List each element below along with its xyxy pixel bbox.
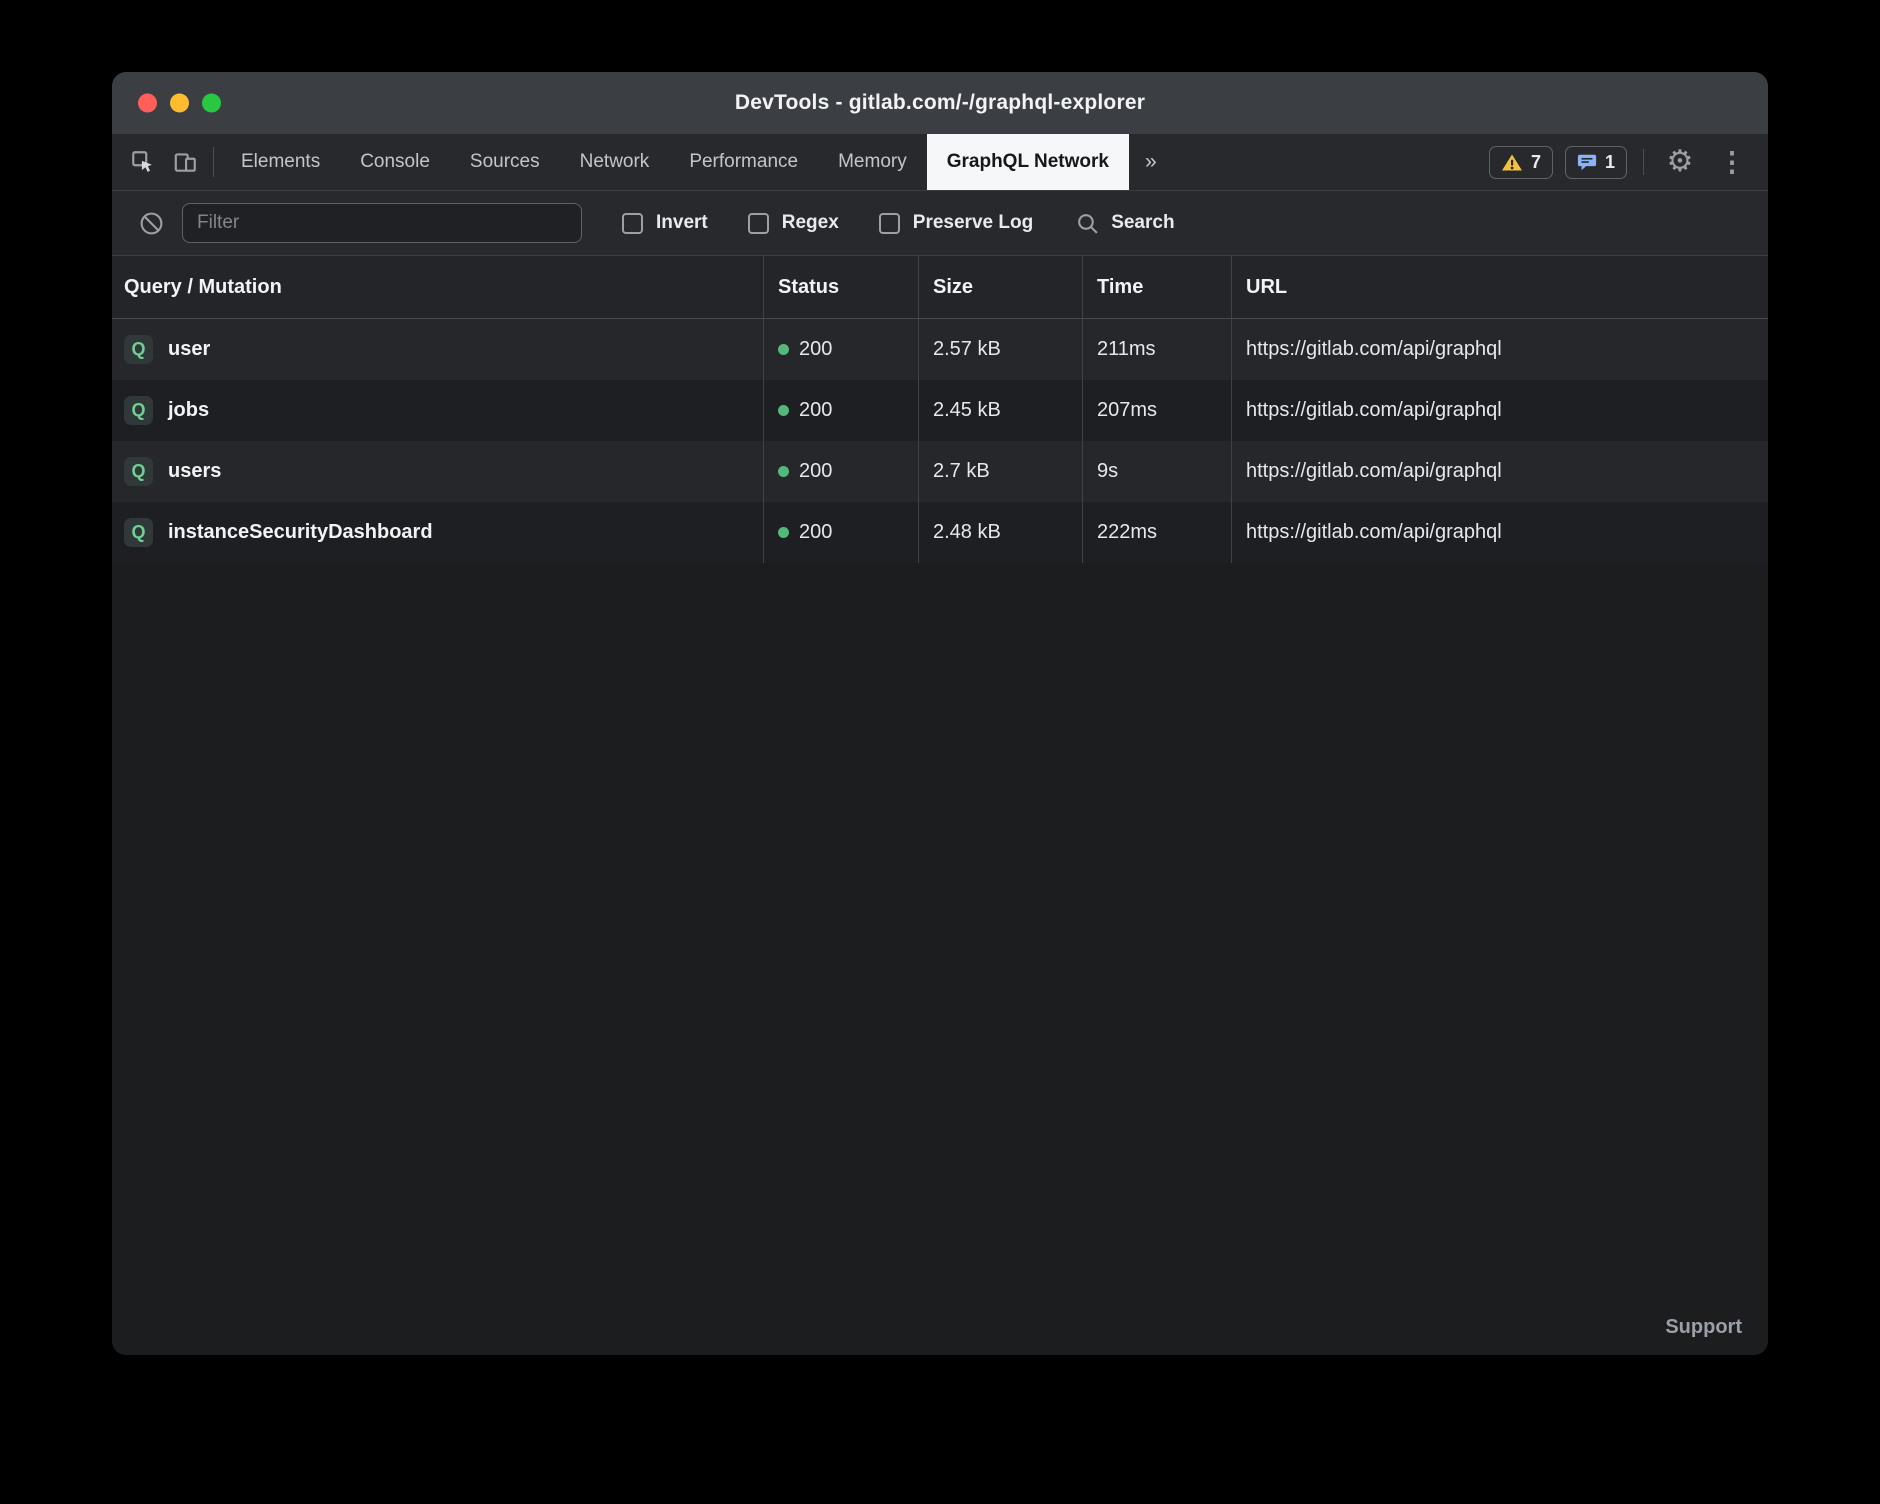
console-messages-badge[interactable]: 1 [1565, 146, 1627, 179]
status-cell: 200 [763, 319, 918, 380]
size-cell: 2.45 kB [918, 380, 1082, 441]
settings-button[interactable]: ⚙ [1660, 147, 1700, 177]
preserve-log-checkbox[interactable] [879, 213, 900, 234]
regex-checkbox-group: Regex [748, 212, 839, 234]
tab-elements[interactable]: Elements [221, 134, 340, 190]
column-header-query-mutation[interactable]: Query / Mutation [112, 256, 763, 318]
more-tabs-button[interactable]: » [1129, 134, 1173, 190]
status-code: 200 [799, 521, 832, 544]
size-cell: 2.57 kB [918, 319, 1082, 380]
table-row[interactable]: Q users 200 2.7 kB 9s https://gitlab.com… [112, 441, 1768, 502]
status-ok-icon [778, 466, 789, 477]
preserve-log-checkbox-group: Preserve Log [879, 212, 1033, 234]
search-icon [1075, 211, 1100, 236]
inspect-element-button[interactable] [122, 134, 164, 190]
preserve-log-label: Preserve Log [913, 212, 1033, 234]
warning-count: 7 [1531, 152, 1541, 173]
console-warnings-badge[interactable]: 7 [1489, 146, 1553, 179]
query-cell: Q jobs [112, 380, 763, 441]
invert-label: Invert [656, 212, 708, 234]
status-code: 200 [799, 399, 832, 422]
url-cell: https://gitlab.com/api/graphql [1231, 380, 1768, 441]
device-toolbar-icon [172, 149, 198, 175]
column-header-size[interactable]: Size [918, 256, 1082, 318]
column-header-time[interactable]: Time [1082, 256, 1231, 318]
tab-console[interactable]: Console [340, 134, 450, 190]
regex-label: Regex [782, 212, 839, 234]
tab-graphql-network[interactable]: GraphQL Network [927, 134, 1129, 190]
status-ok-icon [778, 344, 789, 355]
close-button[interactable] [138, 94, 157, 113]
table-row[interactable]: Q jobs 200 2.45 kB 207ms https://gitlab.… [112, 380, 1768, 441]
time-cell: 9s [1082, 441, 1231, 502]
invert-checkbox[interactable] [622, 213, 643, 234]
time-cell: 222ms [1082, 502, 1231, 563]
time-cell: 211ms [1082, 319, 1231, 380]
operation-name: instanceSecurityDashboard [168, 521, 433, 544]
table-empty-area: Support [112, 563, 1768, 1355]
clear-log-button[interactable] [134, 210, 168, 237]
status-cell: 200 [763, 502, 918, 563]
regex-checkbox[interactable] [748, 213, 769, 234]
invert-checkbox-group: Invert [622, 212, 708, 234]
url-cell: https://gitlab.com/api/graphql [1231, 441, 1768, 502]
url-cell: https://gitlab.com/api/graphql [1231, 502, 1768, 563]
query-type-badge: Q [124, 335, 153, 364]
message-bubble-icon [1577, 153, 1597, 172]
query-cell: Q instanceSecurityDashboard [112, 502, 763, 563]
block-icon [138, 210, 165, 237]
search-button[interactable]: Search [1075, 211, 1174, 236]
operation-name: user [168, 338, 210, 361]
toolbar-divider [213, 147, 214, 177]
more-options-button[interactable]: ⋮ [1712, 149, 1752, 176]
title-bar: DevTools - gitlab.com/-/graphql-explorer [112, 72, 1768, 134]
zoom-button[interactable] [202, 94, 221, 113]
warning-icon [1501, 153, 1523, 172]
devtools-window: DevTools - gitlab.com/-/graphql-explorer… [112, 72, 1768, 1355]
tab-network[interactable]: Network [560, 134, 670, 190]
query-cell: Q user [112, 319, 763, 380]
status-cell: 200 [763, 380, 918, 441]
tab-sources[interactable]: Sources [450, 134, 560, 190]
tab-memory[interactable]: Memory [818, 134, 927, 190]
size-cell: 2.48 kB [918, 502, 1082, 563]
status-ok-icon [778, 527, 789, 538]
size-cell: 2.7 kB [918, 441, 1082, 502]
window-title: DevTools - gitlab.com/-/graphql-explorer [735, 91, 1145, 115]
operation-name: jobs [168, 399, 209, 422]
minimize-button[interactable] [170, 94, 189, 113]
support-link[interactable]: Support [1665, 1316, 1742, 1339]
status-ok-icon [778, 405, 789, 416]
kebab-menu-icon: ⋮ [1719, 149, 1746, 176]
table-header: Query / Mutation Status Size Time URL [112, 256, 1768, 319]
column-header-status[interactable]: Status [763, 256, 918, 318]
query-type-badge: Q [124, 396, 153, 425]
status-code: 200 [799, 338, 832, 361]
toolbar-right-cluster: 7 1 ⚙ ⋮ [1489, 134, 1768, 190]
url-cell: https://gitlab.com/api/graphql [1231, 319, 1768, 380]
status-code: 200 [799, 460, 832, 483]
message-count: 1 [1605, 152, 1615, 173]
filter-bar: Invert Regex Preserve Log Search [112, 191, 1768, 256]
filter-input[interactable] [182, 203, 582, 243]
toolbar-divider [1643, 149, 1644, 175]
traffic-lights [138, 94, 221, 113]
device-toolbar-button[interactable] [164, 134, 206, 190]
query-cell: Q users [112, 441, 763, 502]
table-row[interactable]: Q instanceSecurityDashboard 200 2.48 kB … [112, 502, 1768, 563]
devtools-toolbar: Elements Console Sources Network Perform… [112, 134, 1768, 191]
query-type-badge: Q [124, 518, 153, 547]
gear-icon: ⚙ [1667, 147, 1694, 177]
column-header-url[interactable]: URL [1231, 256, 1768, 318]
query-type-badge: Q [124, 457, 153, 486]
table-row[interactable]: Q user 200 2.57 kB 211ms https://gitlab.… [112, 319, 1768, 380]
table-body: Q user 200 2.57 kB 211ms https://gitlab.… [112, 319, 1768, 563]
status-cell: 200 [763, 441, 918, 502]
tab-performance[interactable]: Performance [669, 134, 818, 190]
operation-name: users [168, 460, 221, 483]
inspect-cursor-icon [130, 149, 156, 175]
search-label: Search [1111, 212, 1174, 234]
time-cell: 207ms [1082, 380, 1231, 441]
